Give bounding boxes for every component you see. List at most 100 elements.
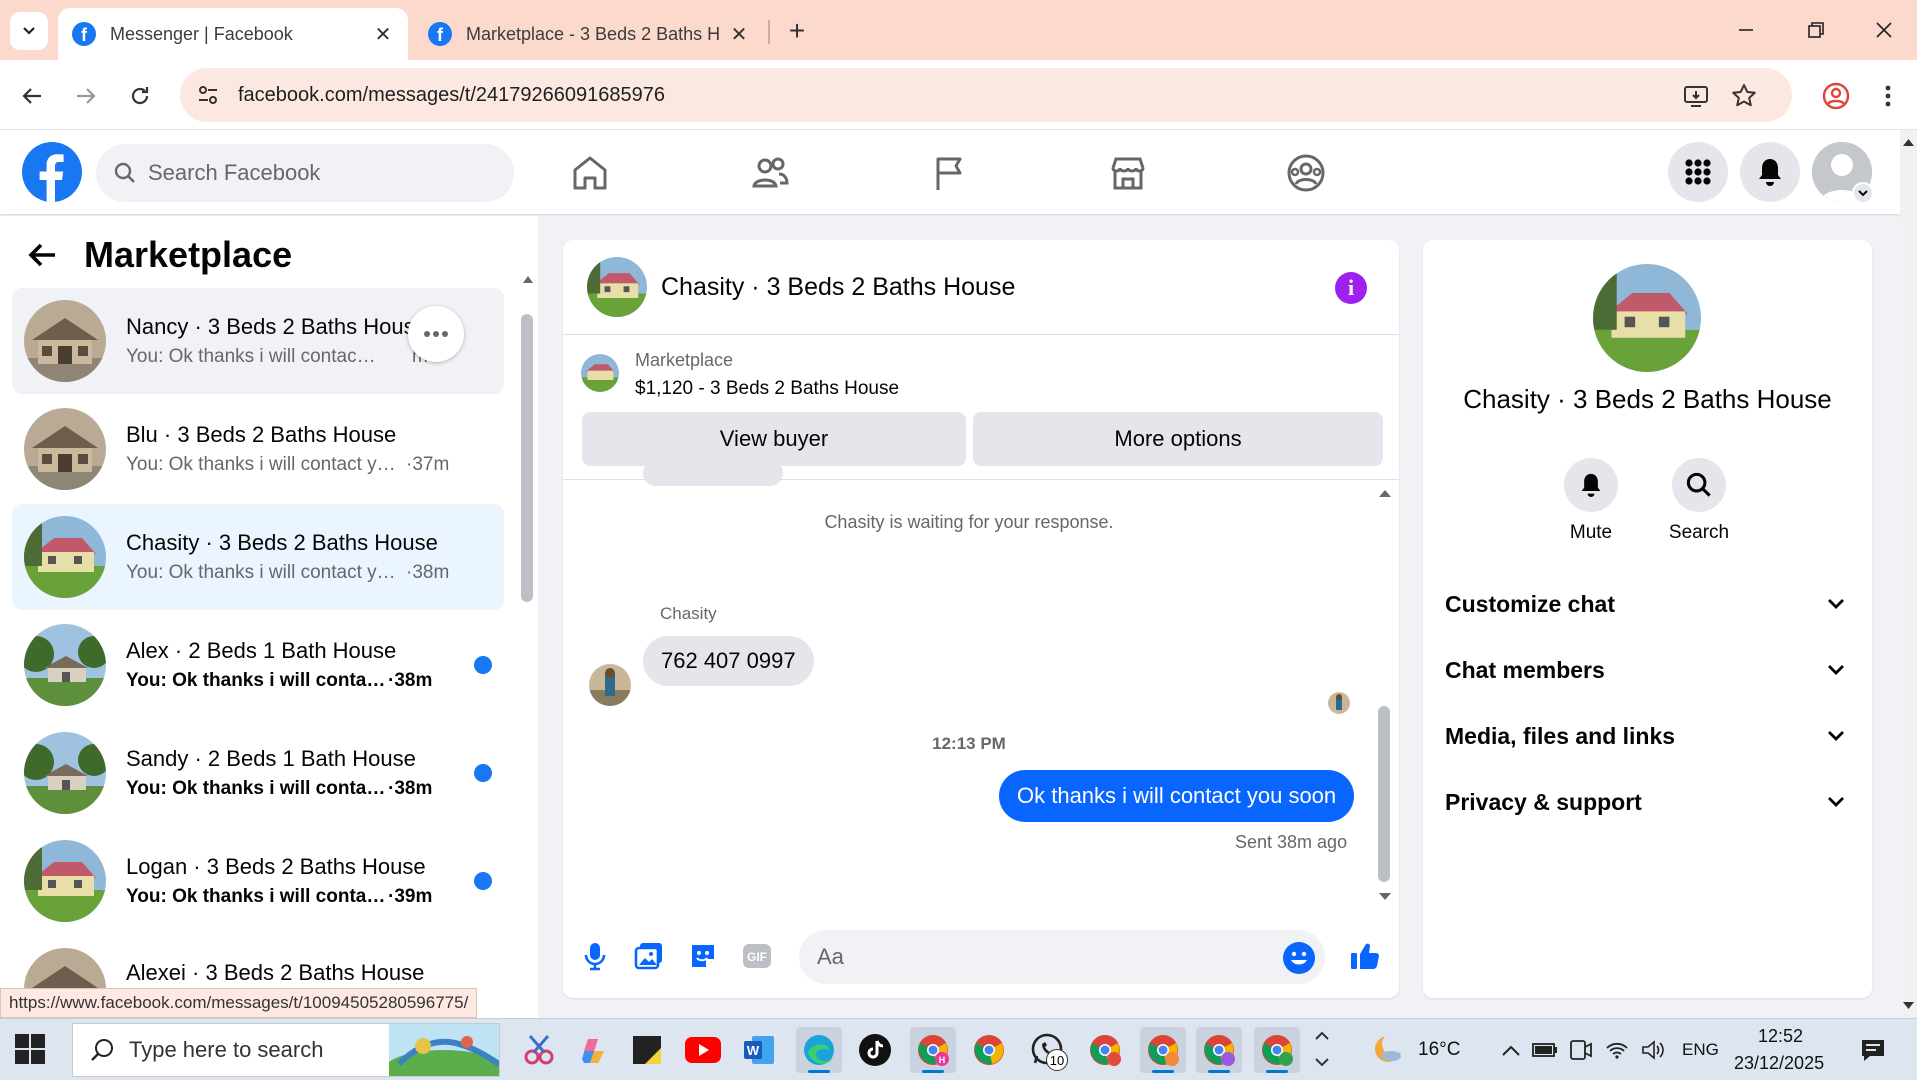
- tab-close-icon[interactable]: ✕: [728, 23, 750, 46]
- address-bar[interactable]: facebook.com/messages/t/2417926609168597…: [180, 68, 1792, 122]
- sticker-icon[interactable]: [685, 938, 721, 974]
- account-chevron-down-icon[interactable]: [1852, 182, 1874, 204]
- profile-icon[interactable]: [1816, 76, 1856, 116]
- chat-members-section[interactable]: Chat members: [1445, 642, 1855, 698]
- emoji-icon[interactable]: [1283, 942, 1315, 974]
- conversation-info-icon[interactable]: i: [1335, 272, 1367, 304]
- taskbar-app-chrome[interactable]: [966, 1027, 1012, 1073]
- tab-marketplace[interactable]: f Marketplace - 3 Beds 2 Baths House ✕: [414, 8, 764, 60]
- clock-date[interactable]: 23/12/2025: [1734, 1053, 1824, 1074]
- input-language[interactable]: ENG: [1682, 1040, 1719, 1060]
- taskbar-app-chrome-profile-4[interactable]: [1196, 1027, 1242, 1073]
- attach-photo-icon[interactable]: [631, 938, 667, 974]
- chat-scroll-down-icon[interactable]: [1378, 892, 1392, 902]
- facebook-logo-icon[interactable]: [22, 142, 82, 202]
- windows-start-icon[interactable]: [14, 1033, 48, 1067]
- taskbar-app-copilot[interactable]: [570, 1027, 616, 1073]
- listing-thumbnail[interactable]: [581, 354, 619, 392]
- chat-avatar[interactable]: [587, 257, 647, 317]
- close-window-button[interactable]: [1862, 12, 1906, 48]
- search-action[interactable]: Search: [1654, 458, 1744, 544]
- weather-moon-icon[interactable]: [1370, 1031, 1406, 1067]
- tab-search-button[interactable]: [10, 12, 48, 50]
- taskbar-overflow-arrows[interactable]: [1312, 1027, 1332, 1073]
- meet-now-icon[interactable]: [1568, 1037, 1594, 1063]
- new-tab-button[interactable]: +: [780, 14, 814, 48]
- scroll-up-arrow-icon[interactable]: [1900, 136, 1917, 148]
- like-thumbs-up-icon[interactable]: [1347, 938, 1383, 974]
- tab-close-icon[interactable]: ✕: [372, 23, 394, 46]
- sent-message-bubble[interactable]: Ok thanks i will contact you soon: [999, 770, 1355, 822]
- notification-center-icon[interactable]: [1860, 1037, 1886, 1063]
- wifi-icon[interactable]: [1604, 1037, 1630, 1063]
- taskbar-app-chrome-profile-h[interactable]: H: [910, 1027, 956, 1073]
- taskbar-app-youtube[interactable]: [680, 1027, 726, 1073]
- install-app-icon[interactable]: [1676, 76, 1716, 116]
- taskbar-app-chrome-profile-5[interactable]: [1254, 1027, 1300, 1073]
- taskbar-app-whatsapp[interactable]: 10: [1024, 1027, 1070, 1073]
- back-button[interactable]: [12, 76, 52, 116]
- more-options-button[interactable]: More options: [973, 412, 1383, 466]
- reload-button[interactable]: [120, 76, 160, 116]
- chat-title[interactable]: Chasity · 3 Beds 2 Baths House: [661, 273, 1015, 302]
- info-avatar[interactable]: [1593, 264, 1701, 372]
- media-files-links-section[interactable]: Media, files and links: [1445, 708, 1855, 764]
- conversation-logan[interactable]: Logan · 3 Beds 2 Baths House You: Ok tha…: [12, 828, 504, 934]
- back-arrow-icon[interactable]: [28, 240, 58, 270]
- clock-time[interactable]: 12:52: [1758, 1026, 1803, 1047]
- tray-show-hidden-icon[interactable]: [1498, 1037, 1524, 1063]
- pages-flag-nav-icon[interactable]: [922, 148, 978, 198]
- restore-button[interactable]: [1794, 12, 1838, 48]
- conversation-blu[interactable]: Blu · 3 Beds 2 Baths House You: Ok thank…: [12, 396, 504, 502]
- conversation-more-button[interactable]: [408, 306, 464, 362]
- message-input[interactable]: [817, 944, 1257, 970]
- browser-menu-icon[interactable]: [1868, 76, 1908, 116]
- taskbar-app-edge[interactable]: [796, 1027, 842, 1073]
- site-info-icon[interactable]: [190, 77, 226, 113]
- page-scrollbar[interactable]: [1900, 130, 1917, 1018]
- taskbar-app-tiktok[interactable]: [852, 1027, 898, 1073]
- sidebar-scroll-thumb[interactable]: [521, 314, 533, 602]
- gif-icon[interactable]: GIF: [739, 938, 775, 974]
- chat-scroll-thumb[interactable]: [1378, 706, 1390, 882]
- mute-action[interactable]: Mute: [1546, 458, 1636, 544]
- taskbar-app-snip[interactable]: [516, 1027, 562, 1073]
- minimize-button[interactable]: [1724, 12, 1768, 48]
- menu-grid-button[interactable]: [1668, 142, 1728, 202]
- conversation-sandy[interactable]: Sandy · 2 Beds 1 Bath House You: Ok than…: [12, 720, 504, 826]
- home-nav-icon[interactable]: [562, 148, 618, 198]
- marketplace-nav-icon[interactable]: [1100, 148, 1156, 198]
- conversation-chasity[interactable]: Chasity · 3 Beds 2 Baths House You: Ok t…: [12, 504, 504, 610]
- facebook-search-input[interactable]: [148, 160, 468, 186]
- facebook-search-box[interactable]: [96, 144, 514, 202]
- volume-icon[interactable]: [1640, 1037, 1666, 1063]
- privacy-support-section[interactable]: Privacy & support: [1445, 774, 1855, 830]
- notifications-button[interactable]: [1740, 142, 1800, 202]
- groups-nav-icon[interactable]: [1278, 148, 1334, 198]
- conversation-name: Blu · 3 Beds 2 Baths House: [126, 422, 397, 447]
- friends-nav-icon[interactable]: [742, 148, 798, 198]
- weather-temperature[interactable]: 16°C: [1418, 1039, 1460, 1061]
- scroll-down-arrow-icon[interactable]: [1900, 1000, 1917, 1012]
- taskbar-search-box[interactable]: [72, 1023, 500, 1077]
- taskbar-app-chrome-profile-3[interactable]: [1140, 1027, 1186, 1073]
- taskbar-search-input[interactable]: [129, 1037, 369, 1063]
- received-message-bubble[interactable]: 762 407 0997: [643, 636, 814, 686]
- taskbar-app-sticky-notes[interactable]: [624, 1027, 670, 1073]
- microphone-icon[interactable]: [577, 938, 613, 974]
- forward-button[interactable]: [66, 76, 106, 116]
- conversation-alex[interactable]: Alex · 2 Beds 1 Bath House You: Ok thank…: [12, 612, 504, 718]
- whatsapp-unread-badge: 10: [1046, 1049, 1068, 1071]
- customize-chat-section[interactable]: Customize chat: [1445, 576, 1855, 632]
- chat-scroll-up-icon[interactable]: [1378, 488, 1392, 498]
- tab-messenger[interactable]: f Messenger | Facebook ✕: [58, 8, 408, 60]
- taskbar-app-chrome-profile-2[interactable]: [1082, 1027, 1128, 1073]
- view-buyer-button[interactable]: View buyer: [582, 412, 966, 466]
- conversation-nancy[interactable]: Nancy · 3 Beds 2 Baths House You: Ok tha…: [12, 288, 504, 394]
- scroll-up-arrow-icon[interactable]: [522, 274, 534, 284]
- taskbar-app-word[interactable]: W: [736, 1027, 782, 1073]
- listing-price-title[interactable]: $1,120 - 3 Beds 2 Baths House: [635, 378, 899, 400]
- battery-icon[interactable]: [1532, 1037, 1558, 1063]
- sender-avatar[interactable]: [589, 664, 631, 706]
- bookmark-star-icon[interactable]: [1724, 76, 1764, 116]
